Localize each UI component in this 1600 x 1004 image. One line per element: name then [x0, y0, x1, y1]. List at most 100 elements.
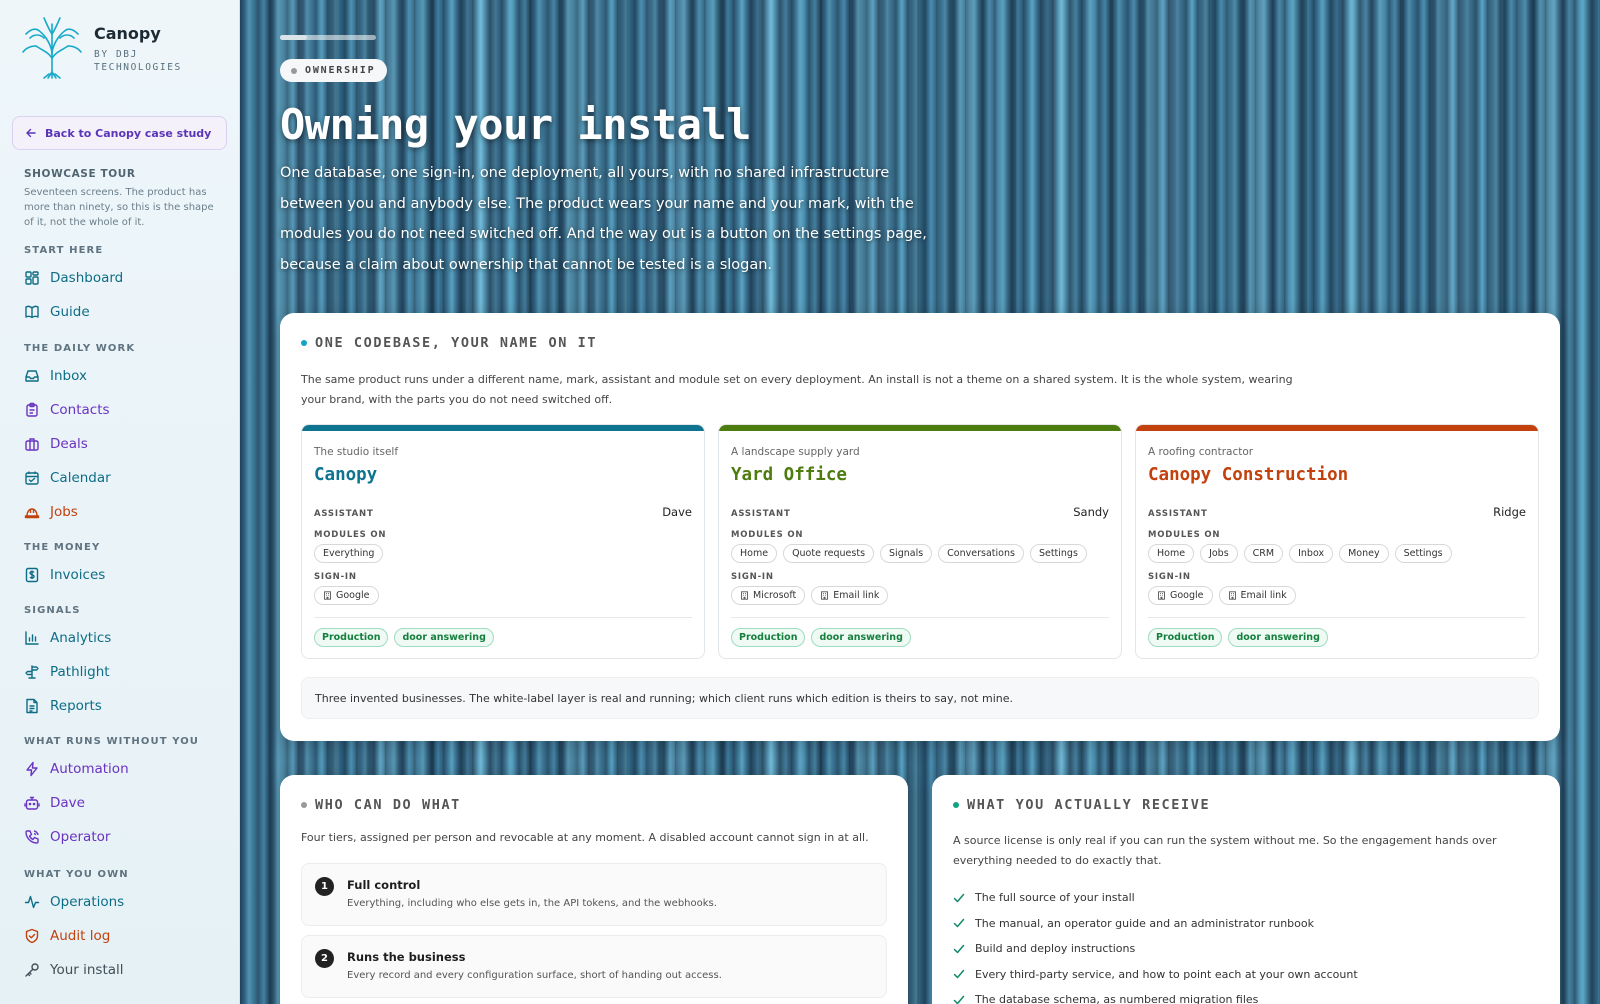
pill-label: OWNERSHIP [305, 65, 376, 76]
tenant-card-canopy: The studio itself Canopy ASSISTANT Dave … [301, 424, 705, 659]
sidebar-item-label: Audit log [50, 928, 111, 944]
list-item-text: The full source of your install [975, 891, 1135, 905]
main-content: OWNERSHIP Owning your install One databa… [240, 0, 1600, 1004]
signpost-icon [24, 664, 40, 680]
sidebar-item-analytics[interactable]: Analytics [24, 626, 111, 650]
tenant-color-bar [719, 425, 1121, 431]
tier-card: 1 Full control Everything, including who… [301, 863, 887, 926]
section-pill: OWNERSHIP [280, 59, 388, 82]
sidebar-item-dave[interactable]: Dave [24, 791, 85, 815]
tier-description: Every record and every configuration sur… [347, 970, 722, 981]
tenant-name: Yard Office [731, 465, 847, 485]
module-chip: Quote requests [783, 544, 875, 563]
lightning-icon [24, 761, 40, 777]
modules-chips: Home Quote requests Signals Conversation… [731, 544, 1087, 563]
check-icon [953, 995, 965, 1004]
sidebar: Canopy BY DBJ TECHNOLOGIES Back to Canop… [0, 0, 240, 1004]
sidebar-item-label: Automation [50, 761, 129, 777]
sidebar-item-automation[interactable]: Automation [24, 757, 129, 781]
tenant-kind: A roofing contractor [1148, 446, 1254, 458]
sidebar-item-your-install[interactable]: Your install [24, 958, 124, 982]
sidebar-item-label: Dashboard [50, 270, 124, 286]
signin-chip-label: Microsoft [753, 590, 797, 601]
status-badge: door answering [1228, 628, 1328, 647]
sidebar-item-label: Jobs [50, 504, 78, 520]
list-item: The database schema, as numbered migrati… [953, 987, 1358, 1004]
arrow-left-icon [26, 128, 36, 138]
sidebar-item-calendar[interactable]: Calendar [24, 466, 111, 490]
codebase-card: ONE CODEBASE, YOUR NAME ON IT The same p… [280, 313, 1560, 741]
sidebar-item-guide[interactable]: Guide [24, 300, 90, 324]
brand[interactable]: Canopy BY DBJ TECHNOLOGIES [18, 12, 228, 82]
brand-name: Canopy [94, 24, 161, 43]
page-description: One database, one sign-in, one deploymen… [280, 165, 927, 273]
status-badge: door answering [394, 628, 494, 647]
sidebar-item-reports[interactable]: Reports [24, 694, 102, 718]
list-item: The manual, an operator guide and an adm… [953, 911, 1358, 937]
assistant-value: Ridge [1493, 505, 1526, 519]
sidebar-item-pathlight[interactable]: Pathlight [24, 660, 110, 684]
nav-section-what-you-own: WHAT YOU OWN [24, 869, 129, 880]
sidebar-item-operator[interactable]: Operator [24, 825, 110, 849]
status-badge: Production [731, 628, 806, 647]
modules-label: MODULES ON [314, 530, 387, 540]
receive-list: The full source of your install The manu… [953, 885, 1358, 1004]
check-icon [953, 893, 965, 902]
sidebar-item-contacts[interactable]: Contacts [24, 398, 110, 422]
tier-title: Runs the business [347, 950, 466, 964]
module-chip: Signals [880, 544, 933, 563]
signin-chips: Google [314, 586, 379, 605]
module-chip: Money [1339, 544, 1389, 563]
showcase-tour-description: Seventeen screens. The product has more … [24, 187, 214, 228]
heading-dot [301, 802, 307, 808]
page-title: Owning your install [280, 100, 751, 149]
sidebar-item-label: Contacts [50, 402, 110, 418]
clipboard-icon [24, 402, 40, 418]
nav-section-runs-without-you: WHAT RUNS WITHOUT YOU [24, 736, 200, 747]
tenant-name: Canopy [314, 465, 378, 485]
list-item-text: The manual, an operator guide and an adm… [975, 916, 1314, 930]
tenant-card-yard-office: A landscape supply yard Yard Office ASSI… [718, 424, 1122, 659]
sidebar-item-operations[interactable]: Operations [24, 890, 124, 914]
key-icon [24, 962, 40, 978]
sidebar-item-audit-log[interactable]: Audit log [24, 924, 110, 948]
nav-section-signals: SIGNALS [24, 605, 81, 616]
sidebar-item-dashboard[interactable]: Dashboard [24, 266, 123, 290]
tour-progress-bar [280, 35, 376, 40]
building-icon [1157, 591, 1166, 600]
assistant-value: Sandy [1073, 505, 1109, 519]
sidebar-item-invoices[interactable]: Invoices [24, 563, 105, 587]
nav-section-daily-work: THE DAILY WORK [24, 343, 136, 354]
tenant-color-bar [1136, 425, 1538, 431]
sidebar-item-jobs[interactable]: Jobs [24, 500, 78, 524]
who-description: Four tiers, assigned per person and revo… [301, 831, 869, 844]
tenant-divider [731, 617, 1109, 618]
sidebar-item-label: Calendar [50, 470, 111, 486]
back-to-case-study-button[interactable]: Back to Canopy case study [12, 116, 227, 150]
codebase-description: The same product runs under a different … [301, 373, 1293, 406]
building-icon [323, 591, 332, 600]
status-badge: door answering [811, 628, 911, 647]
briefcase-icon [24, 436, 40, 452]
sidebar-item-label: Invoices [50, 567, 106, 583]
signin-chip-label: Email link [1240, 590, 1287, 601]
tenant-tags: Production door answering [731, 628, 911, 647]
inbox-icon [24, 368, 40, 384]
tier-number: 2 [315, 949, 334, 968]
back-button-label: Back to Canopy case study [45, 126, 212, 140]
sidebar-item-label: Inbox [50, 368, 87, 384]
pill-dot [291, 67, 297, 74]
list-item: The full source of your install [953, 885, 1358, 911]
status-badge: Production [314, 628, 389, 647]
modules-chips: Home Jobs CRM Inbox Money Settings [1148, 544, 1452, 563]
sidebar-item-deals[interactable]: Deals [24, 432, 88, 456]
receive-description: A source license is only real if you can… [953, 834, 1497, 867]
sidebar-item-inbox[interactable]: Inbox [24, 364, 87, 388]
assistant-label: ASSISTANT [731, 509, 791, 519]
tier-number: 1 [315, 877, 334, 896]
list-item-text: Build and deploy instructions [975, 942, 1136, 956]
signin-label: SIGN-IN [731, 572, 774, 582]
heading-dot [301, 340, 307, 346]
sidebar-item-label: Analytics [50, 630, 112, 646]
tenant-tags: Production door answering [314, 628, 494, 647]
